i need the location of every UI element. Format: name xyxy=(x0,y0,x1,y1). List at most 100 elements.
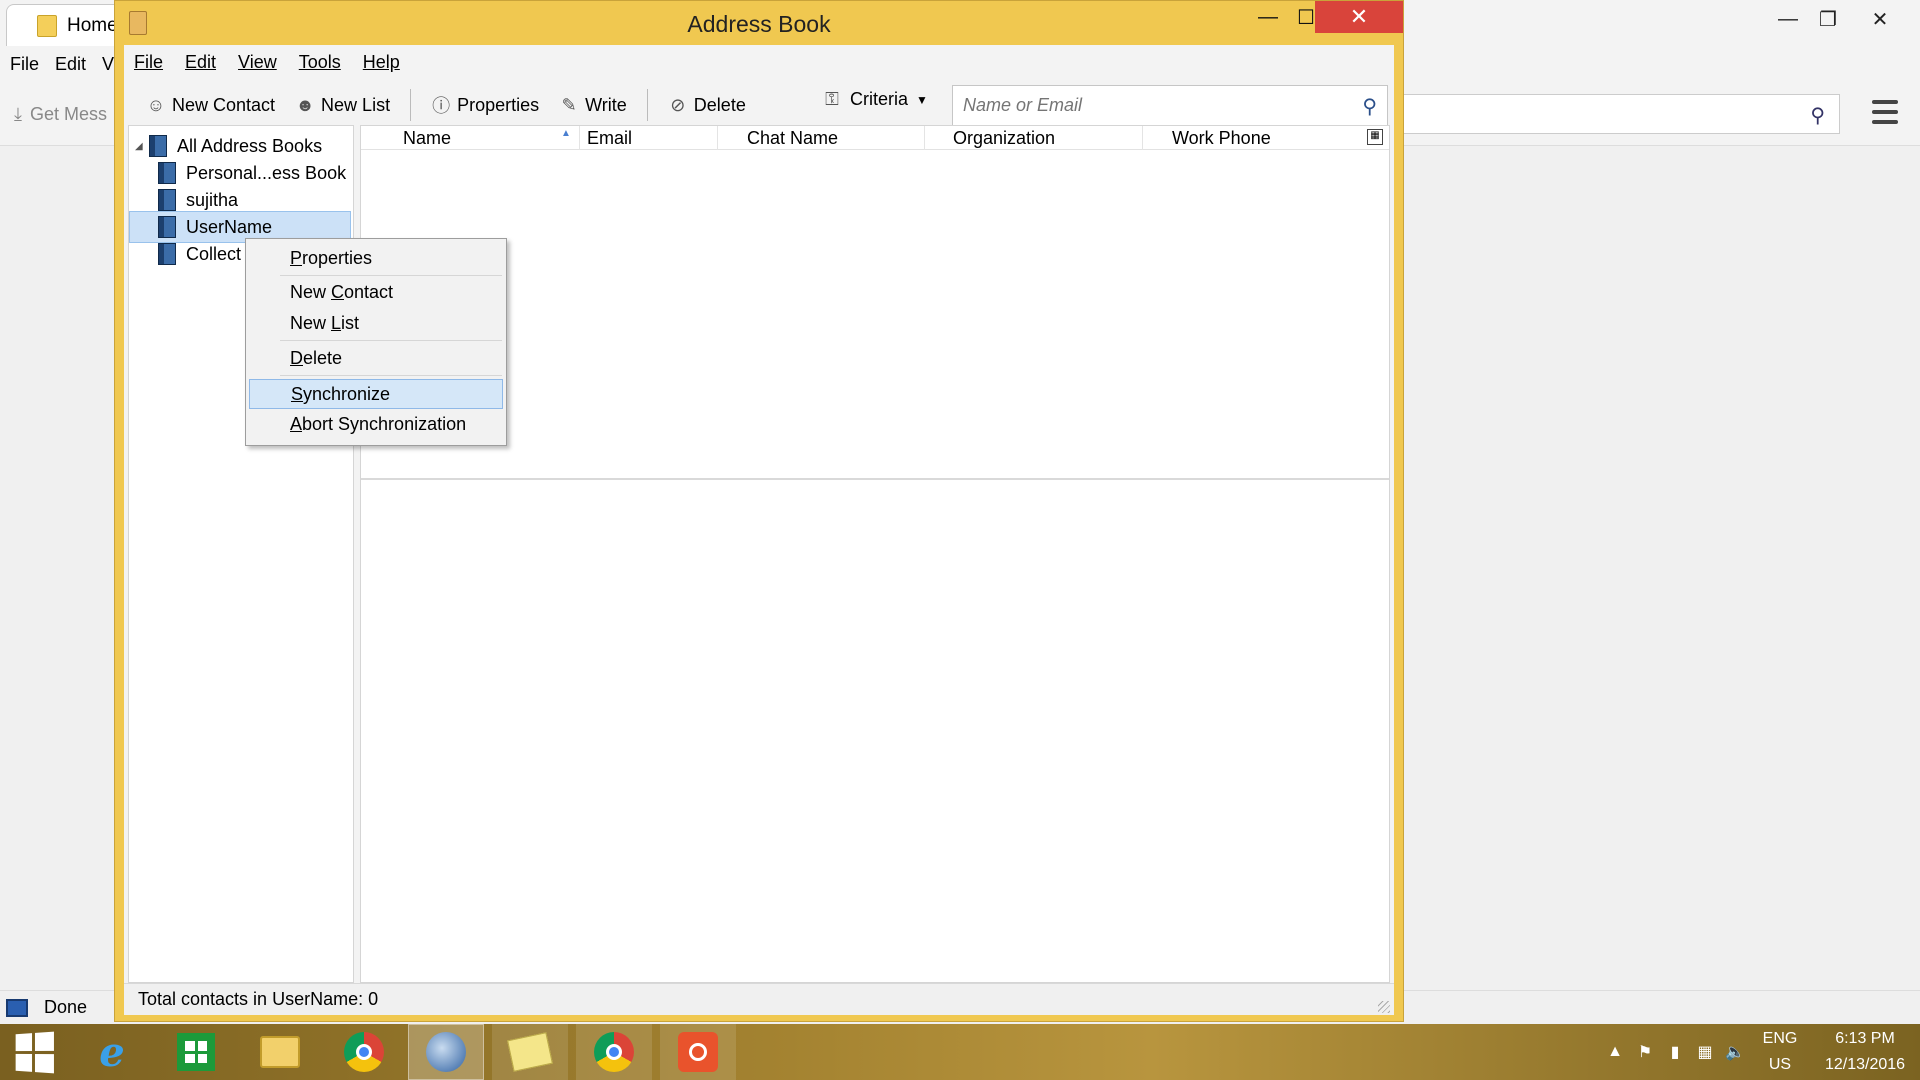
properties-label: Properties xyxy=(457,94,540,115)
volume-icon[interactable]: 🔈 xyxy=(1720,1042,1750,1062)
menu-file[interactable]: File xyxy=(10,54,39,75)
chrome-window-button[interactable] xyxy=(576,1024,652,1080)
home-tab-label: Home xyxy=(67,14,118,36)
address-book-icon xyxy=(158,162,176,184)
ab-menu-view[interactable]: View xyxy=(238,52,277,73)
tree-item-label: All Address Books xyxy=(177,135,323,156)
file-explorer-button[interactable] xyxy=(242,1024,318,1080)
search-icon[interactable]: ⚲ xyxy=(1362,94,1377,119)
home-tab[interactable]: Home xyxy=(6,4,126,46)
address-book-icon xyxy=(158,243,176,265)
clock[interactable]: 6:13 PM 12/13/2016 xyxy=(1810,1026,1920,1078)
twisty-icon[interactable]: ◢ xyxy=(135,141,149,152)
column-header-name[interactable]: Name xyxy=(403,128,451,149)
get-messages-label: Get Mess xyxy=(29,104,107,124)
key-icon: ⚿ xyxy=(825,89,839,109)
new-list-button[interactable]: ☻ New List xyxy=(289,91,396,120)
ab-menubar: File Edit View Tools Help xyxy=(124,45,1394,79)
tree-item-label: Collect xyxy=(186,243,242,264)
pane-splitter[interactable] xyxy=(361,478,1389,480)
menu-item-label: Delete xyxy=(290,347,343,368)
column-header-chat-name[interactable]: Chat Name xyxy=(747,128,838,149)
camera-button[interactable] xyxy=(660,1024,736,1080)
address-book-content: File Edit View Tools Help ☺ New Contact … xyxy=(124,45,1394,1015)
new-contact-icon: ☺ xyxy=(146,94,166,115)
thunderbird-button[interactable] xyxy=(408,1024,484,1080)
menu-edit[interactable]: Edit xyxy=(55,54,86,75)
action-center-flag-icon[interactable]: ⚑ xyxy=(1630,1042,1660,1062)
menu-item-properties[interactable]: Properties xyxy=(249,243,503,273)
menu-item-delete[interactable]: Delete xyxy=(249,343,503,373)
file-explorer-icon xyxy=(260,1036,300,1068)
window-title: Address Book xyxy=(687,11,831,37)
get-messages-button[interactable]: ⤓ Get Mess xyxy=(14,104,107,125)
context-menu: Properties New Contact New List Delete S… xyxy=(245,238,507,446)
resize-grip[interactable] xyxy=(1378,1001,1390,1013)
delete-button[interactable]: ⊘ Delete xyxy=(662,91,752,120)
restore-button[interactable]: ❐ xyxy=(1808,4,1848,34)
menu-item-new-contact[interactable]: New Contact xyxy=(249,277,503,307)
contact-count-status: Total contacts in UserName: 0 xyxy=(138,989,379,1009)
input-language-indicator[interactable]: ENG US xyxy=(1750,1026,1810,1078)
search-field[interactable]: ⚲ xyxy=(952,85,1388,127)
ab-menu-edit[interactable]: Edit xyxy=(185,52,216,73)
column-header-organization[interactable]: Organization xyxy=(953,128,1055,149)
ab-statusbar: Total contacts in UserName: 0 xyxy=(124,983,1394,1015)
thunderbird-icon xyxy=(426,1032,466,1072)
app-menu-icon[interactable] xyxy=(1872,100,1898,124)
address-book-icon xyxy=(158,216,176,238)
ab-menu-tools[interactable]: Tools xyxy=(299,52,341,73)
ab-close-button[interactable]: ✕ xyxy=(1315,1,1403,33)
menu-item-synchronize[interactable]: Synchronize xyxy=(249,379,503,409)
show-hidden-icons-icon[interactable]: ▲ xyxy=(1600,1043,1630,1061)
network-icon[interactable]: ▦ xyxy=(1690,1042,1720,1062)
new-contact-label: New Contact xyxy=(172,94,276,115)
status-text: Done xyxy=(44,997,88,1017)
chrome-icon xyxy=(594,1032,634,1072)
menu-item-label: Properties xyxy=(290,247,373,268)
close-button[interactable]: ✕ xyxy=(1860,4,1900,34)
quick-search-input[interactable]: ⚲ xyxy=(1400,94,1840,134)
delete-label: Delete xyxy=(693,94,746,115)
criteria-label: Criteria xyxy=(850,89,909,109)
properties-button[interactable]: ⓘ Properties xyxy=(425,91,545,120)
criteria-button[interactable]: ⚿ Criteria ▼ xyxy=(822,89,928,110)
column-picker-icon[interactable]: ▦ xyxy=(1367,129,1383,145)
ab-menu-file[interactable]: File xyxy=(134,52,163,73)
ab-menu-help[interactable]: Help xyxy=(363,52,400,73)
chrome-button[interactable] xyxy=(326,1024,402,1080)
internet-explorer-button[interactable]: e xyxy=(74,1024,150,1080)
language-code: ENG xyxy=(1762,1030,1798,1047)
column-header-email[interactable]: Email xyxy=(587,128,632,149)
chevron-down-icon: ▼ xyxy=(916,92,928,107)
download-icon: ⤓ xyxy=(14,104,22,124)
sticky-notes-button[interactable] xyxy=(492,1024,568,1080)
write-button[interactable]: ✎ Write xyxy=(553,91,633,120)
folder-icon xyxy=(37,14,57,37)
new-contact-button[interactable]: ☺ New Contact xyxy=(140,91,281,120)
menu-item-label: New Contact xyxy=(290,281,394,302)
battery-icon[interactable]: ▮ xyxy=(1660,1042,1690,1062)
menu-item-abort-synchronization[interactable]: Abort Synchronization xyxy=(249,409,503,439)
address-book-window: Address Book — ☐ ✕ File Edit View Tools … xyxy=(114,0,1404,1022)
address-book-icon xyxy=(149,135,167,157)
search-input[interactable] xyxy=(953,86,1333,124)
network-status-icon xyxy=(6,998,28,1017)
internet-explorer-icon: e xyxy=(99,1028,125,1076)
menu-item-new-list[interactable]: New List xyxy=(249,308,503,338)
clock-time: 6:13 PM xyxy=(1835,1030,1895,1047)
minimize-button[interactable]: — xyxy=(1768,4,1808,34)
store-button[interactable] xyxy=(158,1024,234,1080)
menu-item-label: New List xyxy=(290,312,360,333)
windows-logo-icon xyxy=(15,1031,54,1073)
tree-item-label: Personal...ess Book xyxy=(186,162,347,183)
tree-item-label: UserName xyxy=(186,216,273,237)
start-button[interactable] xyxy=(0,1024,66,1080)
column-header-work-phone[interactable]: Work Phone xyxy=(1172,128,1271,149)
clock-date: 12/13/2016 xyxy=(1824,1056,1906,1073)
chrome-icon xyxy=(344,1032,384,1072)
toolbar-separator xyxy=(410,89,412,121)
list-header: Name ▲ Email Chat Name Organization Work… xyxy=(361,126,1389,150)
menu-item-label: Synchronize xyxy=(291,383,391,404)
info-icon: ⓘ xyxy=(432,96,451,116)
